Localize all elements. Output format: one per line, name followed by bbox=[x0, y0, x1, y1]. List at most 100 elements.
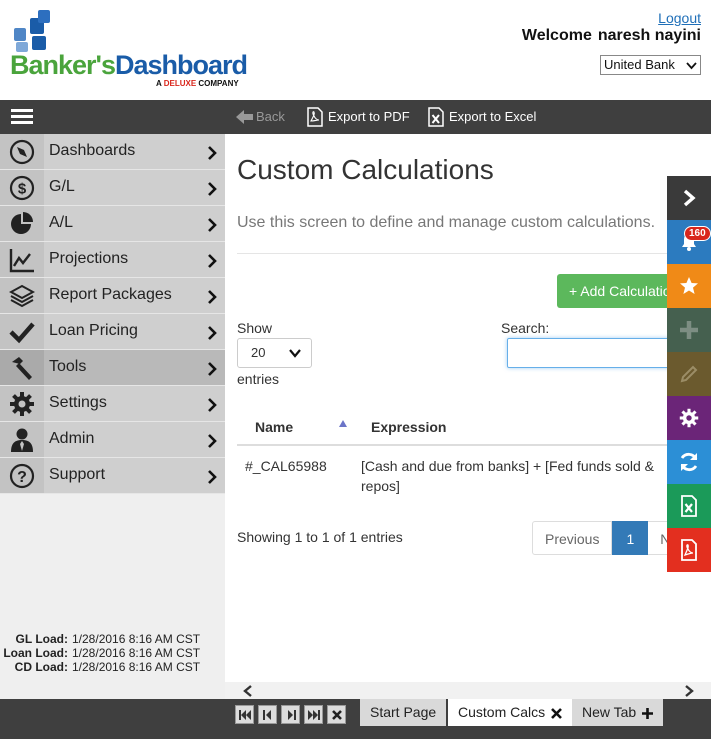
page-length-value: 20 bbox=[251, 345, 266, 360]
close-all-tabs-icon[interactable] bbox=[327, 705, 346, 724]
page-1-button[interactable]: 1 bbox=[612, 521, 649, 555]
sidebar-item-loan-pricing[interactable]: Loan Pricing bbox=[0, 314, 225, 350]
dollar-icon: $ bbox=[0, 170, 44, 205]
export-excel-button[interactable]: Export to Excel bbox=[427, 100, 536, 134]
page-length-select[interactable]: 20 bbox=[237, 338, 312, 368]
sidebar-item-tools[interactable]: Tools bbox=[0, 350, 225, 386]
question-icon: ? bbox=[0, 458, 44, 493]
tab-custom-calcs[interactable]: Custom Calcs bbox=[448, 699, 573, 726]
sidebar-item-label: Settings bbox=[49, 394, 107, 411]
chevron-right-icon bbox=[683, 189, 696, 207]
user-name: naresh nayini bbox=[597, 27, 701, 44]
sidebar-item-dashboards[interactable]: Dashboards bbox=[0, 134, 225, 170]
svg-text:Banker'sDashboard: Banker'sDashboard bbox=[10, 50, 247, 80]
chevron-right-icon bbox=[208, 254, 217, 268]
main-content: Custom Calculations Use this screen to d… bbox=[225, 134, 711, 682]
divider bbox=[237, 253, 711, 254]
page-description: Use this screen to define and manage cus… bbox=[237, 214, 656, 231]
table-row[interactable]: #_CAL65988 [Cash and due from banks] + [… bbox=[237, 446, 687, 506]
header: Banker'sDashboard A DELUXE COMPANY Logou… bbox=[0, 0, 711, 100]
chevron-right-icon bbox=[208, 362, 217, 376]
compass-icon bbox=[0, 134, 44, 169]
edit-button[interactable] bbox=[667, 352, 711, 396]
sidebar-item-label: A/L bbox=[49, 214, 74, 231]
notifications-button[interactable]: 160 bbox=[667, 220, 711, 264]
scroll-right-icon[interactable] bbox=[684, 685, 694, 697]
excel-file-icon bbox=[681, 495, 697, 517]
chevron-right-icon bbox=[208, 146, 217, 160]
welcome-message: Welcome naresh nayini bbox=[522, 27, 701, 45]
scroll-left-icon[interactable] bbox=[243, 685, 253, 697]
pencil-icon bbox=[680, 365, 698, 383]
load-value: 1/28/2016 8:16 AM CST bbox=[72, 660, 201, 674]
loan-load-row: Loan Load: 1/28/2016 8:16 AM CST bbox=[0, 646, 225, 660]
sidebar-item-admin[interactable]: Admin bbox=[0, 422, 225, 458]
sidebar-item-settings[interactable]: Settings bbox=[0, 386, 225, 422]
sidebar-item-projections[interactable]: Projections bbox=[0, 242, 225, 278]
chevron-right-icon bbox=[208, 290, 217, 304]
sidebar-item-label: Admin bbox=[49, 430, 95, 447]
calculations-table: Name Expression #_CAL65988 [Cash and due… bbox=[237, 410, 687, 506]
refresh-button[interactable] bbox=[667, 440, 711, 484]
next-tab-icon[interactable] bbox=[281, 705, 300, 724]
sidebar-item-al[interactable]: A/L bbox=[0, 206, 225, 242]
data-load-status: GL Load: 1/28/2016 8:16 AM CST Loan Load:… bbox=[0, 632, 225, 674]
search-input[interactable] bbox=[507, 338, 687, 368]
entries-label: entries bbox=[237, 371, 280, 387]
chevron-right-icon bbox=[208, 434, 217, 448]
welcome-label: Welcome bbox=[521, 27, 592, 44]
favorites-button[interactable] bbox=[667, 264, 711, 308]
sort-ascending-icon bbox=[339, 420, 347, 427]
notification-count-badge: 160 bbox=[684, 226, 711, 241]
load-label: GL Load: bbox=[15, 632, 68, 646]
horizontal-scrollbar[interactable] bbox=[225, 682, 711, 699]
search-label: Search: bbox=[501, 320, 550, 336]
export-excel-quick-button[interactable] bbox=[667, 484, 711, 528]
first-tab-icon[interactable] bbox=[235, 705, 254, 724]
chevron-down-icon bbox=[289, 349, 301, 358]
checkmark-icon bbox=[0, 314, 44, 349]
tab-new-tab[interactable]: New Tab bbox=[572, 699, 664, 726]
hamburger-menu-icon[interactable] bbox=[11, 109, 33, 125]
show-label: Show bbox=[237, 320, 273, 336]
load-label: Loan Load: bbox=[3, 646, 68, 660]
bank-select[interactable]: United Bank bbox=[600, 55, 701, 75]
chevron-right-icon bbox=[208, 326, 217, 340]
add-button[interactable] bbox=[667, 308, 711, 352]
toolbar: Back Export to PDF Export to Excel bbox=[0, 100, 711, 134]
sidebar-item-support[interactable]: ? Support bbox=[0, 458, 225, 494]
sidebar-item-gl[interactable]: $ G/L bbox=[0, 170, 225, 206]
sidebar-item-label: G/L bbox=[49, 178, 75, 195]
settings-button[interactable] bbox=[667, 396, 711, 440]
plus-icon[interactable] bbox=[642, 707, 654, 719]
previous-page-button[interactable]: Previous bbox=[532, 521, 613, 555]
export-pdf-button[interactable]: Export to PDF bbox=[306, 100, 410, 134]
column-header-name[interactable]: Name bbox=[255, 419, 293, 435]
logout-link[interactable]: Logout bbox=[658, 10, 701, 26]
sidebar-item-report-packages[interactable]: Report Packages bbox=[0, 278, 225, 314]
last-tab-icon[interactable] bbox=[304, 705, 323, 724]
load-value: 1/28/2016 8:16 AM CST bbox=[72, 632, 201, 646]
load-label: CD Load: bbox=[14, 660, 68, 674]
previous-tab-icon[interactable] bbox=[258, 705, 277, 724]
plus-icon bbox=[680, 321, 698, 339]
sidebar-item-label: Tools bbox=[49, 358, 87, 375]
toggle-panel-button[interactable] bbox=[667, 176, 711, 220]
refresh-icon bbox=[680, 452, 698, 472]
pie-chart-icon bbox=[0, 206, 44, 241]
gl-load-row: GL Load: 1/28/2016 8:16 AM CST bbox=[0, 632, 225, 646]
bank-select-value: United Bank bbox=[604, 57, 675, 72]
pdf-file-icon bbox=[307, 107, 323, 127]
back-button[interactable]: Back bbox=[234, 100, 285, 134]
table-header-row: Name Expression bbox=[237, 410, 687, 446]
line-chart-icon bbox=[0, 242, 44, 277]
quick-action-bar: 160 bbox=[667, 176, 711, 572]
bankers-dashboard-logo: Banker'sDashboard A DELUXE COMPANY bbox=[10, 8, 270, 90]
tab-start-page[interactable]: Start Page bbox=[360, 699, 447, 726]
column-header-expression[interactable]: Expression bbox=[371, 419, 446, 435]
cell-name: #_CAL65988 bbox=[245, 458, 327, 474]
chevron-right-icon bbox=[208, 398, 217, 412]
excel-file-icon bbox=[428, 107, 444, 127]
export-pdf-quick-button[interactable] bbox=[667, 528, 711, 572]
close-icon[interactable] bbox=[551, 707, 563, 719]
